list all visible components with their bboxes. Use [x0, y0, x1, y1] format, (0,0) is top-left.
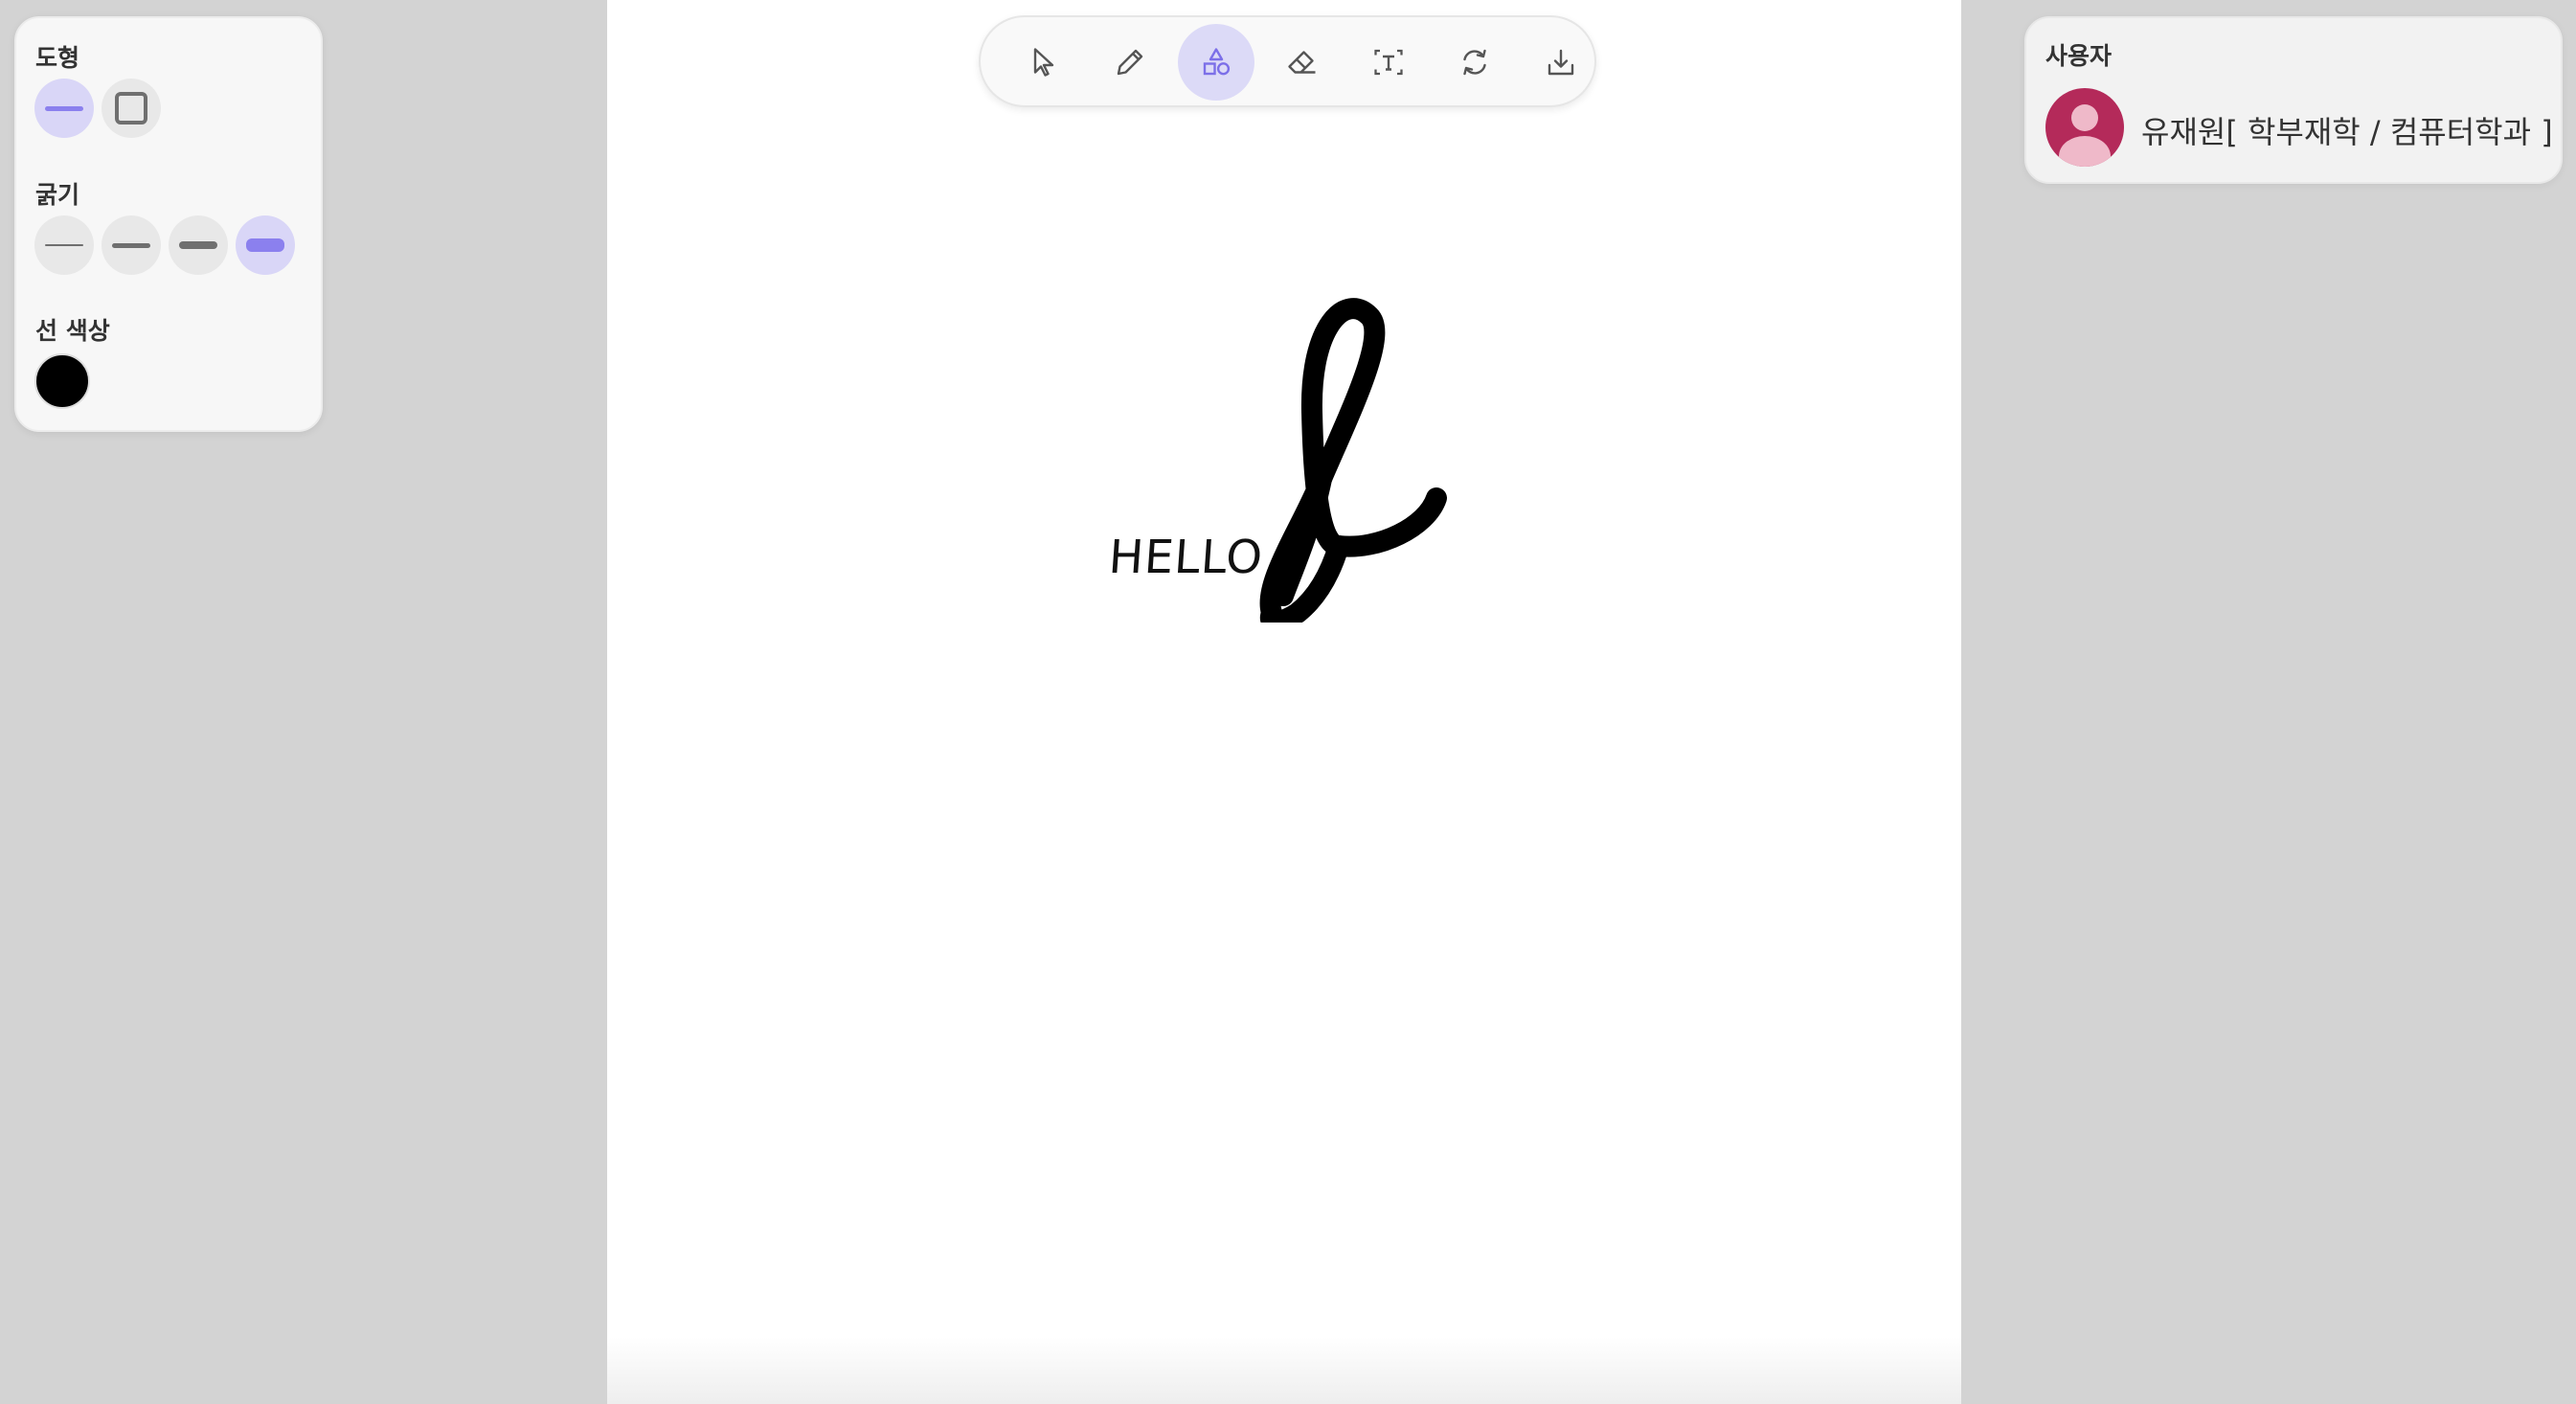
- shapes-icon: [1203, 48, 1231, 76]
- thickness-1-button[interactable]: [34, 215, 94, 275]
- rectangle-shape-button[interactable]: [102, 79, 161, 138]
- shapes-tool-button[interactable]: [1178, 24, 1254, 101]
- thickness-section-title: 굵기: [35, 181, 80, 209]
- user-avatar: [2045, 88, 2124, 167]
- medium-line-icon: [112, 242, 150, 248]
- users-panel: 사용자 유재원[ 학부재학 / 컴퓨터학과 ]: [2024, 16, 2563, 184]
- refresh-tool-button[interactable]: [1436, 24, 1513, 101]
- download-tool-button[interactable]: [1523, 24, 1599, 101]
- user-name: 유재원[ 학부재학 / 컴퓨터학과 ]: [2141, 114, 2553, 150]
- eraser-tool-button[interactable]: [1264, 24, 1341, 101]
- avatar-body: [2059, 136, 2111, 167]
- refresh-icon: [1463, 49, 1486, 76]
- pencil-icon: [1117, 49, 1143, 76]
- freehand-stroke[interactable]: [1245, 297, 1475, 623]
- whiteboard-app: 도형 굵기 선 색상 사용자 유재원[학부재학 / 컴퓨터학과] HELLO: [0, 0, 2576, 1404]
- tool-settings-panel: 도형 굵기 선 색상: [14, 16, 323, 432]
- line-color-swatch[interactable]: [34, 353, 90, 409]
- pencil-tool-button[interactable]: [1092, 24, 1168, 101]
- line-color-section-title: 선 색상: [35, 317, 110, 345]
- line-shape-button[interactable]: [34, 79, 94, 138]
- square-icon: [115, 92, 147, 125]
- text-tool-button[interactable]: [1350, 24, 1427, 101]
- avatar-head: [2071, 104, 2098, 131]
- thin-line-icon: [45, 244, 83, 246]
- thick-line-icon: [179, 241, 217, 249]
- drawing-canvas[interactable]: [607, 0, 1961, 1404]
- text-icon: [1374, 49, 1403, 76]
- extra-thick-line-icon: [246, 238, 284, 252]
- users-panel-title: 사용자: [2045, 42, 2113, 70]
- shape-section-title: 도형: [35, 44, 80, 72]
- download-icon: [1548, 49, 1574, 76]
- select-icon: [1033, 48, 1054, 77]
- thickness-3-button[interactable]: [169, 215, 228, 275]
- eraser-icon: [1288, 51, 1316, 74]
- select-tool-button[interactable]: [1006, 24, 1082, 101]
- thickness-4-button[interactable]: [236, 215, 295, 275]
- main-toolbar: [979, 15, 1596, 107]
- thickness-2-button[interactable]: [102, 215, 161, 275]
- line-icon: [45, 105, 83, 111]
- canvas-text-hello[interactable]: HELLO: [1107, 531, 1265, 584]
